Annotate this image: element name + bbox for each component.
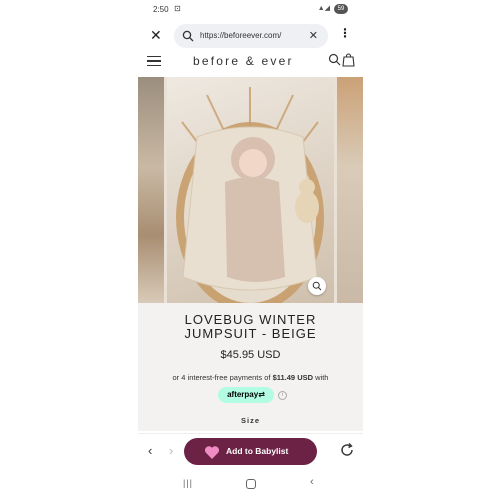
afterpay-badge-label: afterpay (227, 390, 259, 399)
heart-icon (204, 444, 220, 471)
product-title: LOVEBUG WINTER JUMPSUIT - BEIGE (138, 313, 363, 341)
phone-screen: 2:50 ⊡ ▲◢ 59 ✕ https://beforeever.com/ ✕… (138, 0, 363, 500)
afterpay-message: or 4 interest-free payments of $11.49 US… (138, 373, 363, 382)
screen-record-icon: ⊡ (174, 4, 181, 13)
bag-icon[interactable] (342, 53, 355, 72)
product-title-line2: JUMPSUIT - BEIGE (184, 326, 317, 341)
zoom-icon (312, 281, 322, 291)
browser-toolbar: ✕ https://beforeever.com/ ✕ ⋮ (138, 22, 363, 50)
babylist-label: Add to Babylist (226, 446, 289, 456)
recents-icon[interactable]: ||| (183, 478, 193, 488)
gallery-slide-next[interactable] (337, 77, 363, 303)
home-icon[interactable] (246, 479, 256, 489)
signal-icon: ▲◢ (317, 5, 330, 12)
url-text: https://beforeever.com/ (200, 31, 282, 40)
afterpay-text-pre: or 4 interest-free payments of (172, 373, 271, 382)
battery-indicator: 59 (334, 4, 348, 14)
site-header: before & ever (138, 52, 363, 72)
more-vert-icon[interactable]: ⋮ (339, 26, 351, 40)
reload-icon[interactable] (339, 442, 355, 463)
forward-icon[interactable]: › (169, 443, 173, 458)
back-icon[interactable]: ‹ (148, 443, 152, 458)
info-icon[interactable]: i (278, 391, 287, 400)
site-logo[interactable]: before & ever (193, 54, 294, 68)
bottom-toolbar: ‹ › Add to Babylist (138, 433, 363, 470)
product-info: LOVEBUG WINTER JUMPSUIT - BEIGE $45.95 U… (138, 303, 363, 431)
system-nav-bar: ||| ‹ (138, 470, 363, 500)
product-price: $45.95 USD (220, 349, 281, 361)
product-title-line1: LOVEBUG WINTER (184, 312, 317, 327)
clear-icon[interactable]: ✕ (309, 29, 318, 42)
afterpay-text-post: with (315, 373, 329, 382)
status-bar: 2:50 ⊡ ▲◢ 59 (138, 0, 363, 20)
size-label: Size (240, 416, 260, 425)
menu-icon[interactable] (147, 56, 161, 69)
afterpay-badge[interactable]: afterpay⇄ (218, 387, 274, 403)
product-gallery[interactable] (138, 77, 363, 303)
afterpay-logo-icon: ⇄ (258, 390, 265, 399)
search-icon (182, 29, 194, 47)
add-to-babylist-button[interactable]: Add to Babylist (184, 438, 317, 465)
zoom-button[interactable] (308, 277, 326, 295)
status-time: 2:50 (153, 5, 169, 14)
site-search-icon[interactable] (328, 53, 341, 71)
product-image[interactable] (167, 77, 334, 303)
close-icon[interactable]: ✕ (150, 27, 162, 44)
afterpay-amount: $11.49 USD (272, 373, 314, 382)
nav-back-icon[interactable]: ‹ (310, 476, 314, 488)
gallery-slide-prev[interactable] (138, 77, 164, 303)
url-field[interactable]: https://beforeever.com/ ✕ (174, 24, 328, 48)
